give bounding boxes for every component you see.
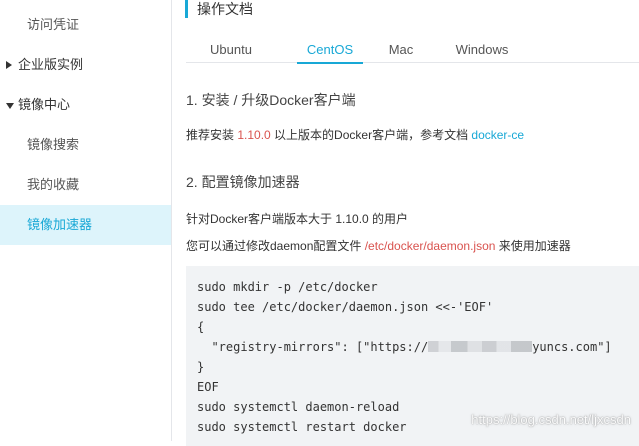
daemon-json-path: /etc/docker/daemon.json — [364, 239, 496, 253]
install-text-mid: 以上版本的Docker客户端，参考文档 — [270, 128, 472, 142]
code-line: { — [197, 320, 205, 334]
section-install-title: 1. 安装 / 升级Docker客户端 — [186, 92, 356, 108]
watermark: https://blog.csdn.net/ljxcsdn — [471, 412, 631, 427]
sidebar-item-label: 镜像搜索 — [27, 137, 80, 152]
recommended-version: 1.10.0 — [237, 128, 271, 142]
tab-centos[interactable]: CentOS — [297, 40, 363, 64]
code-line: } — [197, 360, 205, 374]
tab-mac[interactable]: Mac — [386, 40, 416, 62]
caret-down-icon — [6, 103, 14, 109]
mirror-url-prefix: "registry-mirrors": ["https:// — [197, 340, 429, 354]
mirror-url-suffix: yuncs.com"] — [532, 340, 612, 354]
sidebar-item-label: 企业版实例 — [18, 57, 84, 72]
sidebar-item-image-accelerator[interactable]: 镜像加速器 — [0, 205, 171, 245]
sidebar-item-image-search[interactable]: 镜像搜索 — [0, 125, 171, 165]
config-text-suffix: 来使用加速器 — [495, 239, 571, 253]
sidebar-item-label: 镜像加速器 — [27, 217, 93, 232]
sidebar-item-my-favorites[interactable]: 我的收藏 — [0, 165, 171, 205]
code-line: sudo tee /etc/docker/daemon.json <<-'EOF… — [197, 300, 494, 314]
sidebar-item-label: 我的收藏 — [27, 177, 80, 192]
page-title: 操作文档 — [185, 0, 253, 18]
code-line: sudo mkdir -p /etc/docker — [197, 280, 378, 294]
sidebar-item-label: 访问凭证 — [27, 17, 80, 32]
sidebar-item-label: 镜像中心 — [18, 97, 71, 112]
sidebar-group-enterprise-instance[interactable]: 企业版实例 — [0, 45, 171, 85]
docker-ce-link[interactable]: docker-ce — [471, 128, 524, 142]
sidebar-item-access-credential[interactable]: 访问凭证 — [0, 5, 171, 45]
sidebar-group-image-center[interactable]: 镜像中心 — [0, 85, 171, 125]
os-tabs: Ubuntu CentOS Mac Windows — [186, 40, 639, 64]
sidebar: 访问凭证 企业版实例 镜像中心 镜像搜索 我的收藏 镜像加速器 — [0, 0, 172, 441]
code-line-registry-mirrors: "registry-mirrors": ["https:// yuncs.com"… — [197, 337, 639, 357]
config-text-prefix: 您可以通过修改daemon配置文件 — [186, 239, 365, 253]
config-version-note: 针对Docker客户端版本大于 1.10.0 的用户 — [186, 212, 409, 226]
code-line: EOF — [197, 380, 219, 394]
tab-windows[interactable]: Windows — [454, 40, 510, 62]
tab-ubuntu[interactable]: Ubuntu — [200, 40, 262, 62]
section-config-title: 2. 配置镜像加速器 — [186, 174, 300, 190]
install-text-prefix: 推荐安装 — [186, 128, 238, 142]
redacted-mirror-id — [428, 341, 533, 352]
caret-right-icon — [6, 61, 12, 69]
main-content: 操作文档 Ubuntu CentOS Mac Windows 1. 安装 / 升… — [172, 0, 639, 446]
install-recommendation: 推荐安装 1.10.0 以上版本的Docker客户端，参考文档 docker-c… — [186, 127, 524, 143]
config-instruction: 您可以通过修改daemon配置文件 /etc/docker/daemon.jso… — [186, 238, 571, 254]
